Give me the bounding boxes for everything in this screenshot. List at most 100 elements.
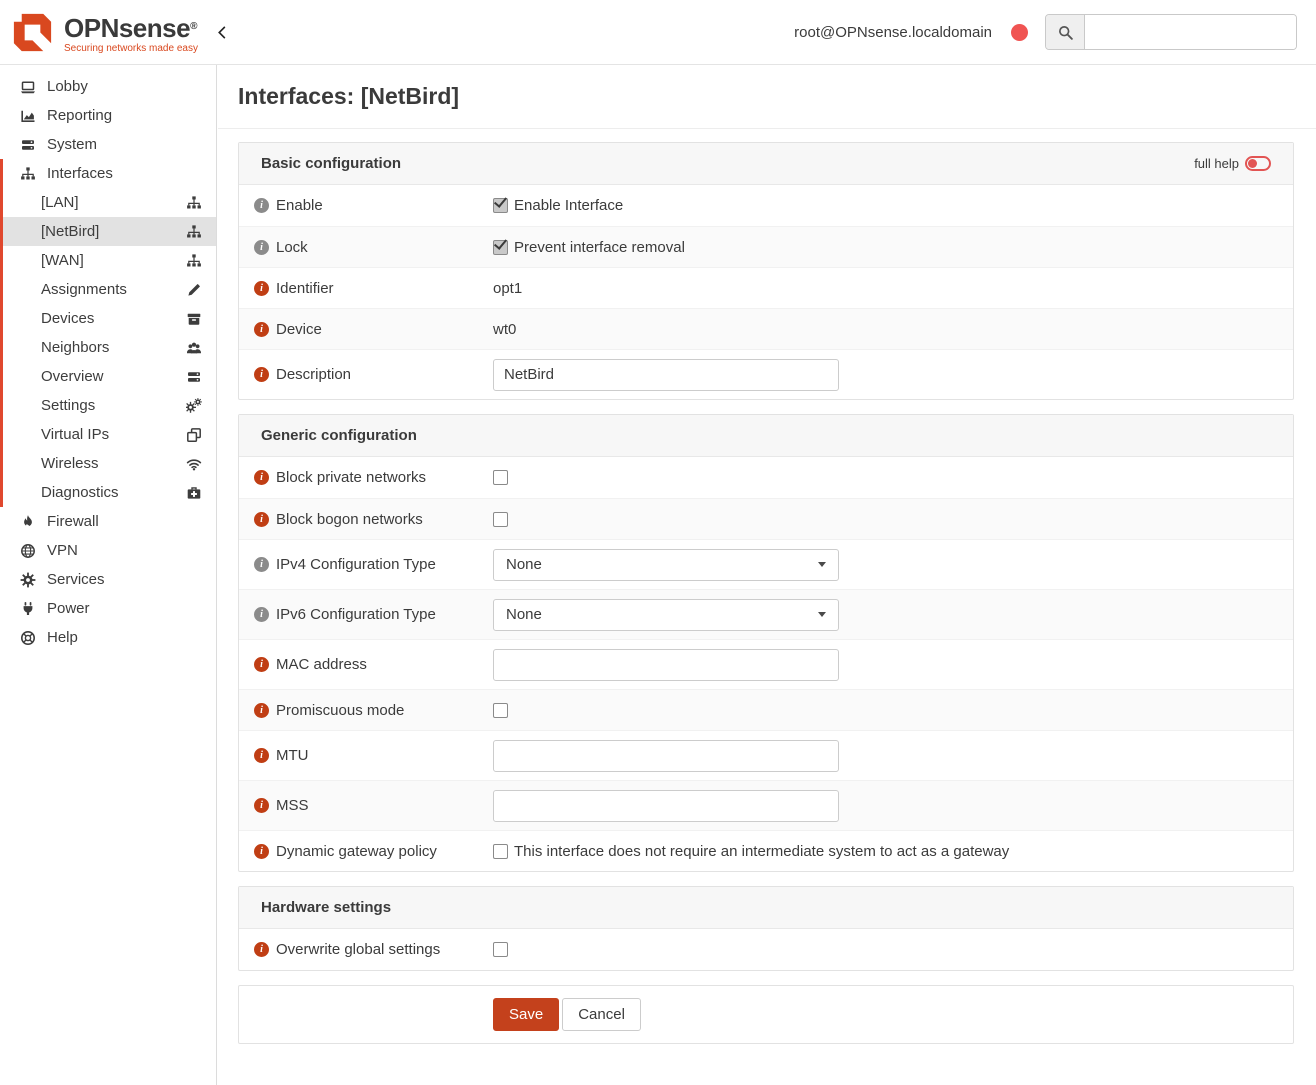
sidebar-item-devices[interactable]: Devices	[0, 304, 216, 333]
sidebar-item-lan[interactable]: [LAN]	[0, 188, 216, 217]
field-control	[493, 649, 1293, 681]
opnsense-app: OPNsense® Securing networks made easy ro…	[0, 0, 1316, 1085]
sidebar-item-vpn[interactable]: VPN	[0, 536, 216, 565]
sidebar-item-diagnostics[interactable]: Diagnostics	[0, 478, 216, 507]
field-control: opt1	[493, 280, 1293, 297]
panel-generic: Generic configurationiBlock private netw…	[238, 414, 1294, 872]
field-control	[493, 470, 1293, 485]
info-icon[interactable]: i	[254, 844, 269, 859]
sidebar-item-label: VPN	[47, 542, 78, 559]
wifi-icon	[184, 456, 203, 472]
sidebar-item-assignments[interactable]: Assignments	[0, 275, 216, 304]
info-icon[interactable]: i	[254, 557, 269, 572]
medkit-icon	[184, 485, 203, 501]
info-icon[interactable]: i	[254, 470, 269, 485]
field-label-ipv6-configuration-type: iIPv6 Configuration Type	[239, 606, 493, 623]
sidebar-item-interfaces[interactable]: Interfaces	[0, 159, 216, 188]
opnsense-logo-text: OPNsense® Securing networks made easy	[64, 15, 198, 54]
field-label-description: iDescription	[239, 366, 493, 383]
mac-address-input[interactable]	[493, 649, 839, 681]
info-icon[interactable]: i	[254, 748, 269, 763]
sidebar-item-label: Interfaces	[47, 165, 113, 182]
form-row-identifier: iIdentifieropt1	[239, 267, 1293, 308]
cancel-button[interactable]: Cancel	[562, 998, 641, 1031]
gears-icon	[184, 398, 203, 414]
sidebar-item-wan[interactable]: [WAN]	[0, 246, 216, 275]
block-bogon-networks-checkbox[interactable]	[493, 512, 508, 527]
sidebar-item-virtual-ips[interactable]: Virtual IPs	[0, 420, 216, 449]
overwrite-global-settings-checkbox[interactable]	[493, 942, 508, 957]
enable-checkbox[interactable]	[493, 198, 508, 213]
sidebar-item-label: Overview	[41, 368, 104, 385]
field-label-enable: i Enable	[239, 197, 493, 214]
collapse-sidebar-icon[interactable]	[215, 21, 235, 43]
full-help-label: full help	[1194, 156, 1239, 171]
sidebar-item-overview[interactable]: Overview	[0, 362, 216, 391]
global-search-input[interactable]	[1085, 15, 1296, 49]
archive-icon	[184, 311, 203, 327]
mss-input[interactable]	[493, 790, 839, 822]
sidebar-item-power[interactable]: Power	[0, 594, 216, 623]
field-label-text: MAC address	[276, 656, 367, 673]
form-row-promiscuous-mode: iPromiscuous mode	[239, 689, 1293, 730]
form-row-description: iDescription	[239, 349, 1293, 399]
info-icon[interactable]: i	[254, 240, 269, 255]
sidebar-item-services[interactable]: Services	[0, 565, 216, 594]
lock-checkbox[interactable]	[493, 240, 508, 255]
info-icon[interactable]: i	[254, 198, 269, 213]
form-row-block-bogon-networks: iBlock bogon networks	[239, 498, 1293, 539]
ipv6-configuration-type-select[interactable]: None	[493, 599, 839, 631]
sidebar-item-help[interactable]: Help	[0, 623, 216, 652]
header-right: root@OPNsense.localdomain	[794, 14, 1297, 50]
sidebar-item-label: Firewall	[47, 513, 99, 530]
sidebar-item-neighbors[interactable]: Neighbors	[0, 333, 216, 362]
field-control	[493, 703, 1293, 718]
sidebar-item-netbird[interactable]: [NetBird]	[0, 217, 216, 246]
field-control	[493, 359, 1293, 391]
save-button[interactable]: Save	[493, 998, 559, 1031]
full-help-toggle[interactable]: full help	[1194, 156, 1271, 171]
field-control: None	[493, 599, 1293, 631]
sidebar-item-wireless[interactable]: Wireless	[0, 449, 216, 478]
dynamic-gateway-policy-checkbox[interactable]	[493, 844, 508, 859]
promiscuous-mode-checkbox[interactable]	[493, 703, 508, 718]
info-icon[interactable]: i	[254, 657, 269, 672]
ipv4-configuration-type-select[interactable]: None	[493, 549, 839, 581]
field-label-mac-address: i MAC address	[239, 656, 493, 673]
info-icon[interactable]: i	[254, 607, 269, 622]
info-icon[interactable]: i	[254, 512, 269, 527]
form-row-block-private-networks: iBlock private networks	[239, 457, 1293, 498]
panel-actions: SaveCancel	[238, 985, 1294, 1044]
info-icon[interactable]: i	[254, 703, 269, 718]
info-icon[interactable]: i	[254, 798, 269, 813]
info-icon[interactable]: i	[254, 942, 269, 957]
sitemap-icon	[184, 195, 203, 211]
sidebar-item-settings[interactable]: Settings	[0, 391, 216, 420]
form-row-mac-address: i MAC address	[239, 639, 1293, 689]
identifier-value: opt1	[493, 280, 522, 297]
panel-header: Basic configurationfull help	[239, 143, 1293, 185]
field-control: wt0	[493, 321, 1293, 338]
form-row-device: iDevicewt0	[239, 308, 1293, 349]
page-title-bar: Interfaces: [NetBird]	[218, 65, 1316, 129]
panel-body: iOverwrite global settings	[239, 929, 1293, 970]
info-icon[interactable]: i	[254, 281, 269, 296]
sidebar-item-system[interactable]: System	[0, 130, 216, 159]
toggle-off-icon	[1245, 156, 1271, 171]
sitemap-icon	[18, 166, 37, 182]
sidebar-item-firewall[interactable]: Firewall	[0, 507, 216, 536]
block-private-networks-checkbox[interactable]	[493, 470, 508, 485]
sidebar-item-lobby[interactable]: Lobby	[0, 72, 216, 101]
panel-body: iEnableEnable InterfaceiLockPrevent inte…	[239, 185, 1293, 399]
field-label-identifier: iIdentifier	[239, 280, 493, 297]
chart-icon	[18, 108, 37, 124]
notification-dot[interactable]	[1011, 24, 1028, 41]
info-icon[interactable]: i	[254, 367, 269, 382]
opnsense-logo[interactable]: OPNsense® Securing networks made easy	[9, 9, 198, 56]
sidebar-item-reporting[interactable]: Reporting	[0, 101, 216, 130]
mtu-input[interactable]	[493, 740, 839, 772]
info-icon[interactable]: i	[254, 322, 269, 337]
logged-in-user: root@OPNsense.localdomain	[794, 24, 992, 41]
description-input[interactable]	[493, 359, 839, 391]
field-label-text: Enable	[276, 197, 323, 214]
